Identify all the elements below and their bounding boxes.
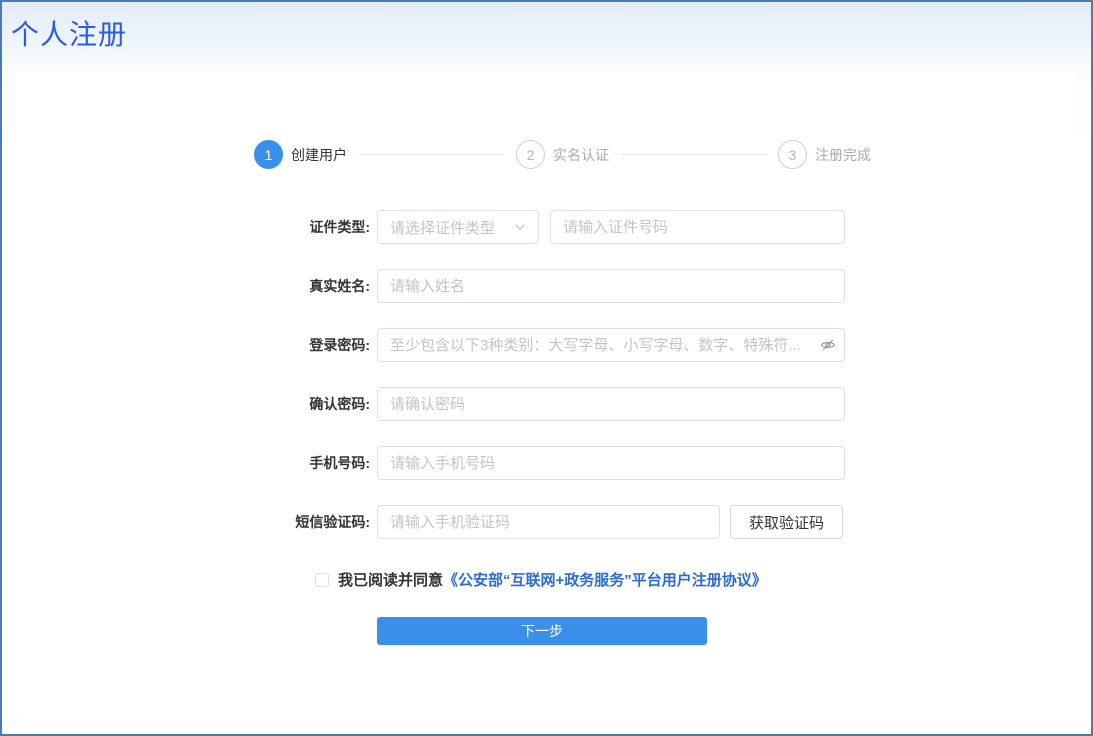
confirm-password-label: 确认密码:: [16, 394, 370, 414]
registration-card: 1 创建用户 2 实名认证 3 注册完成 证件类型: 请选择证件类型: [16, 72, 1077, 729]
registration-form: 证件类型: 请选择证件类型 真实姓名: 登录密码:: [16, 210, 1077, 564]
sms-code-input[interactable]: [377, 505, 720, 539]
page-title: 个人注册: [11, 13, 127, 53]
cert-type-select-placeholder: 请选择证件类型: [390, 217, 495, 238]
cert-type-select[interactable]: 请选择证件类型: [377, 210, 539, 244]
page-header: 个人注册: [2, 2, 1091, 64]
step-connector-line: [359, 154, 504, 155]
real-name-input[interactable]: [377, 269, 845, 303]
agreement-row: 我已阅读并同意 《公安部“互联网+政务服务”平台用户注册协议》: [315, 569, 767, 590]
step-2-circle: 2: [516, 140, 545, 169]
step-3-circle: 3: [778, 140, 807, 169]
confirm-password-input[interactable]: [377, 387, 845, 421]
next-step-button[interactable]: 下一步: [377, 617, 707, 645]
step-2-label: 实名认证: [553, 145, 609, 165]
sms-code-label: 短信验证码:: [16, 512, 370, 532]
cert-type-label: 证件类型:: [16, 217, 370, 237]
password-label: 登录密码:: [16, 335, 370, 355]
chevron-down-icon: [514, 221, 526, 233]
step-3-label: 注册完成: [815, 145, 871, 165]
form-row-sms-code: 短信验证码: 获取验证码: [16, 505, 1077, 539]
step-connector-line: [621, 154, 766, 155]
step-1-label: 创建用户: [291, 145, 347, 165]
eye-off-icon[interactable]: [820, 337, 836, 353]
form-row-real-name: 真实姓名:: [16, 269, 1077, 303]
get-code-button[interactable]: 获取验证码: [730, 505, 843, 539]
step-real-name: 2 实名认证: [516, 140, 609, 169]
step-create-user: 1 创建用户: [254, 140, 347, 169]
real-name-label: 真实姓名:: [16, 276, 370, 296]
password-input[interactable]: [377, 328, 845, 362]
mobile-input[interactable]: [377, 446, 845, 480]
mobile-label: 手机号码:: [16, 453, 370, 473]
agreement-text: 我已阅读并同意: [338, 569, 443, 590]
step-indicator: 1 创建用户 2 实名认证 3 注册完成: [254, 140, 871, 169]
form-row-mobile: 手机号码:: [16, 446, 1077, 480]
agreement-checkbox[interactable]: [315, 573, 329, 587]
cert-number-input[interactable]: [550, 210, 845, 244]
step-complete: 3 注册完成: [778, 140, 871, 169]
step-1-circle: 1: [254, 140, 283, 169]
agreement-link[interactable]: 《公安部“互联网+政务服务”平台用户注册协议》: [443, 569, 767, 590]
form-row-cert-type: 证件类型: 请选择证件类型: [16, 210, 1077, 244]
form-row-confirm-password: 确认密码:: [16, 387, 1077, 421]
form-row-password: 登录密码:: [16, 328, 1077, 362]
